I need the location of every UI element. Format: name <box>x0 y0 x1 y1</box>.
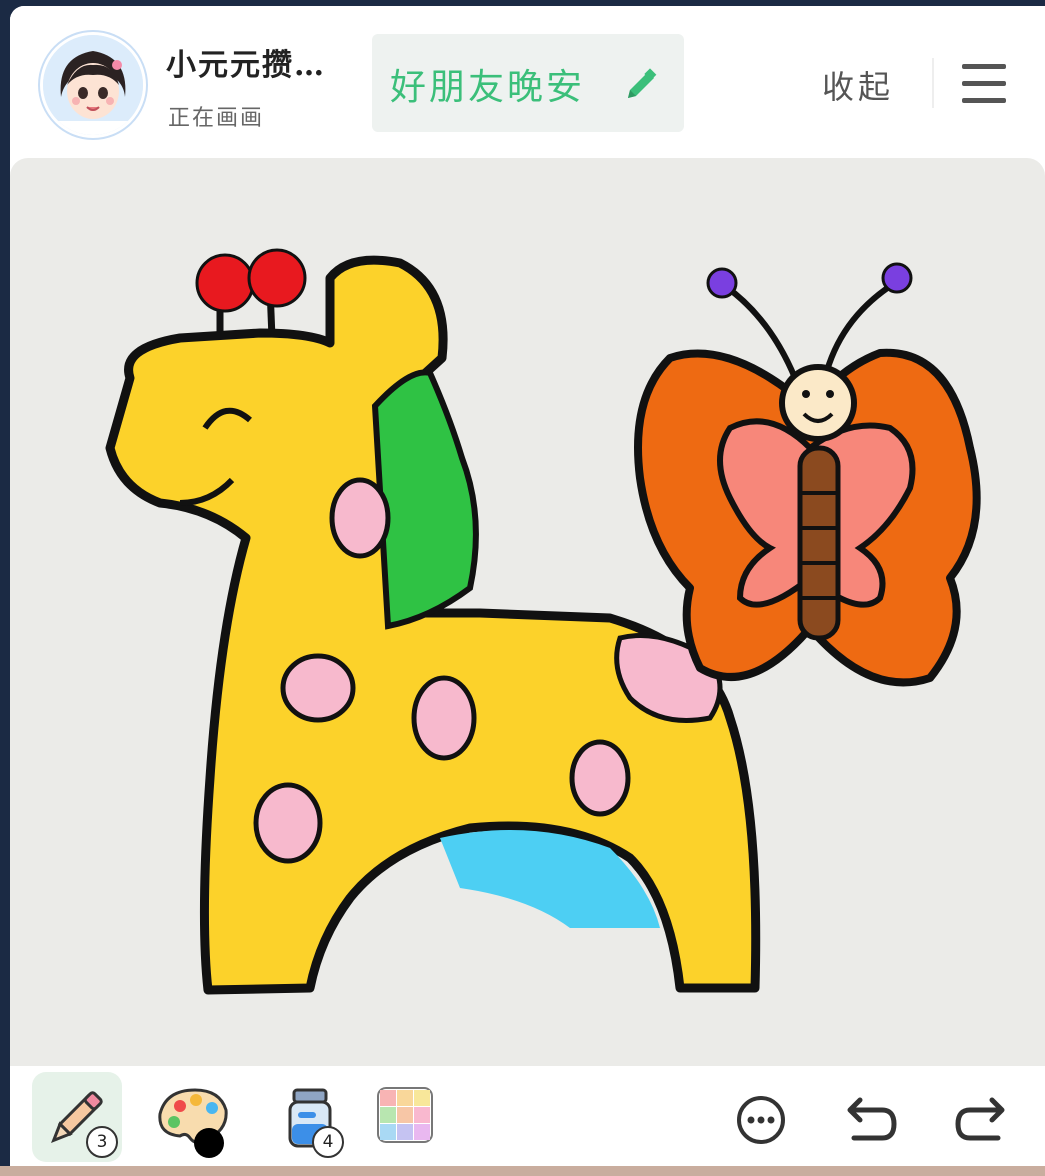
fill-tool-button[interactable]: 4 <box>268 1072 358 1162</box>
more-button[interactable] <box>716 1072 806 1162</box>
palette-tool-button[interactable] <box>150 1072 240 1162</box>
username: 小元元攒… <box>166 48 326 83</box>
color-grid-button[interactable] <box>366 1072 456 1162</box>
redo-button[interactable] <box>938 1072 1028 1162</box>
pencil-tool-button[interactable]: 3 <box>32 1072 122 1162</box>
status-text: 正在画画 <box>168 106 265 131</box>
selected-color-swatch <box>194 1128 224 1158</box>
color-grid-icon <box>377 1087 433 1143</box>
drawing-title: 好朋友晚安 <box>390 67 586 108</box>
artwork <box>105 248 981 995</box>
pencil-count-badge: 3 <box>86 1126 118 1158</box>
undo-button[interactable] <box>824 1072 914 1162</box>
avatar[interactable] <box>40 32 146 138</box>
collapse-button[interactable]: 收起 <box>822 62 894 108</box>
toolbar: 3 4 <box>10 1066 1045 1176</box>
header: 小元元攒… 正在画画 好朋友晚安 收起 <box>10 6 1045 156</box>
redo-icon <box>955 1097 1005 1141</box>
fill-count-badge: 4 <box>312 1126 344 1158</box>
giraffe-mane <box>371 369 479 630</box>
undo-icon <box>847 1097 897 1141</box>
butterfly-head <box>779 364 857 442</box>
edit-pencil-icon <box>620 66 660 106</box>
drawing-canvas[interactable] <box>10 158 1045 1066</box>
giraffe-horn-right <box>247 248 307 308</box>
menu-icon[interactable] <box>960 62 1008 106</box>
drawing-panel: 小元元攒… 正在画画 好朋友晚安 收起 3 4 <box>10 6 1045 1176</box>
bottom-edge <box>0 1166 1045 1176</box>
drawing-title-button[interactable]: 好朋友晚安 <box>372 34 684 132</box>
giraffe-horn-left <box>195 253 255 313</box>
more-icon <box>737 1096 785 1144</box>
header-divider <box>932 58 934 108</box>
